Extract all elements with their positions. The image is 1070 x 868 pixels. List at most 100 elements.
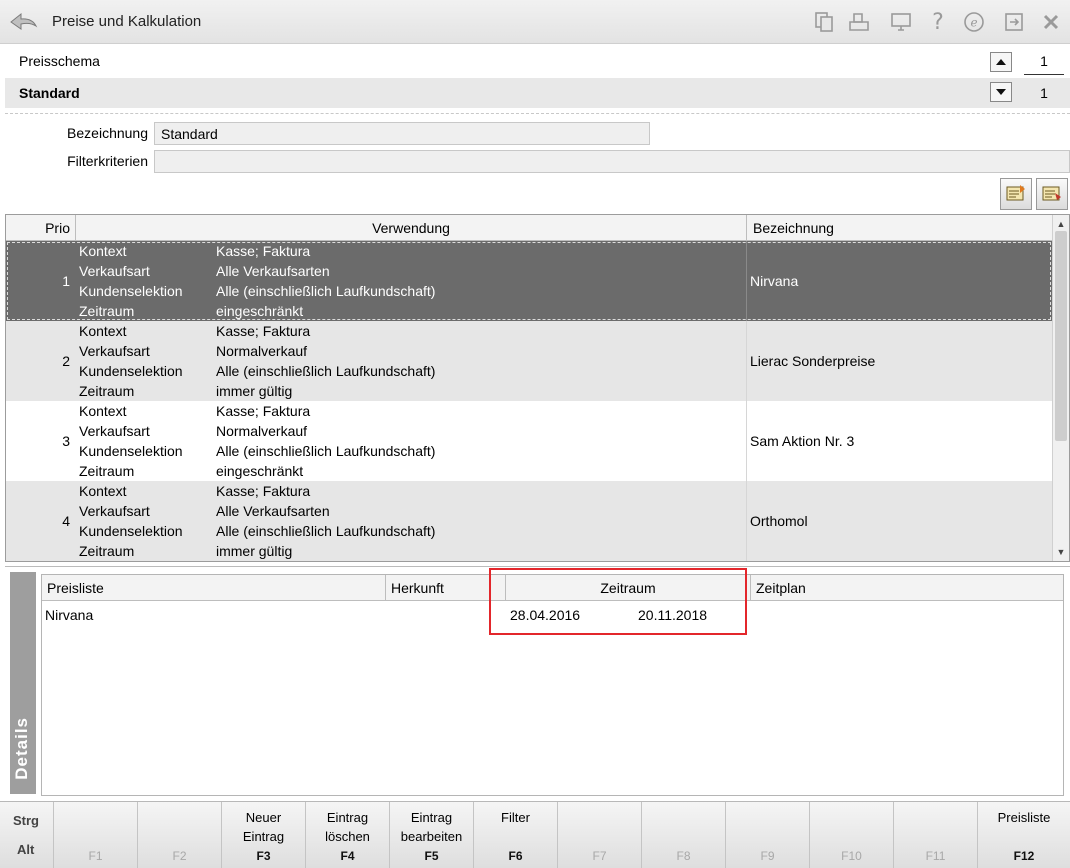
header-preisliste[interactable]: Preisliste: [42, 575, 386, 601]
table-row[interactable]: 1 Kontext Verkaufsart Kundenselektion Ze…: [6, 241, 1052, 321]
fkey-f6-button[interactable]: Filter F6: [474, 802, 558, 868]
export-button[interactable]: [1036, 178, 1068, 210]
fkey-f10-button[interactable]: F10: [810, 802, 894, 868]
header-herkunft[interactable]: Herkunft: [386, 575, 506, 601]
header-prio[interactable]: Prio: [6, 215, 76, 241]
column-divider: [746, 401, 747, 481]
column-divider: [746, 241, 747, 321]
bezeichnung-field[interactable]: Standard: [154, 122, 650, 145]
row-key: Kontext: [79, 323, 127, 339]
detail-preisliste[interactable]: Nirvana: [45, 607, 93, 623]
header-verwendung[interactable]: Verwendung: [76, 215, 747, 241]
schema-row-selected[interactable]: Standard: [5, 78, 1070, 108]
header-bezeichnung[interactable]: Bezeichnung: [747, 215, 1054, 241]
fkey-f1-button[interactable]: F1: [54, 802, 138, 868]
column-divider: [746, 321, 747, 401]
strg-label: Strg: [13, 813, 39, 828]
close-icon[interactable]: [1037, 8, 1065, 36]
scroll-up-arrow-icon[interactable]: ▲: [1053, 217, 1069, 231]
table-row[interactable]: 4 Kontext Verkaufsart Kundenselektion Ze…: [6, 481, 1052, 561]
table-row[interactable]: 3 Kontext Verkaufsart Kundenselektion Ze…: [6, 401, 1052, 481]
fkey-key: F2: [172, 849, 187, 863]
row-value: immer gültig: [216, 383, 293, 399]
window-title: Preise und Kalkulation: [52, 13, 202, 30]
fkey-key: F12: [1013, 849, 1035, 863]
price-schema-table: Prio Verwendung Bezeichnung 1 Kontext Ve…: [5, 214, 1070, 562]
fkey-f9-button[interactable]: F9: [726, 802, 810, 868]
row-value: immer gültig: [216, 543, 293, 559]
filterkriterien-label: Filterkriterien: [67, 153, 148, 169]
fkey-f5-button[interactable]: Eintrag bearbeiten F5: [390, 802, 474, 868]
detail-zeitraum-von: 28.04.2016: [510, 607, 581, 623]
e-icon[interactable]: e: [960, 8, 988, 36]
details-table: Preisliste Herkunft Zeitraum Zeitplan Ni…: [41, 574, 1064, 796]
scroll-up-button[interactable]: [990, 52, 1012, 72]
row-key: Kontext: [79, 483, 127, 499]
alt-label: Alt: [17, 842, 35, 857]
scrollbar-thumb[interactable]: [1055, 231, 1067, 441]
print-icon[interactable]: [845, 8, 873, 36]
row-value: Alle (einschließlich Laufkundschaft): [216, 443, 436, 459]
table-scrollbar[interactable]: ▲ ▼: [1052, 215, 1069, 561]
section-divider: [5, 113, 1070, 114]
fkey-key: F11: [925, 849, 946, 863]
copy-icon[interactable]: [810, 8, 838, 36]
details-tab[interactable]: Details: [10, 572, 36, 794]
row-value: Alle Verkaufsarten: [216, 503, 330, 519]
exit-app-icon[interactable]: [1000, 8, 1028, 36]
fkey-key: F7: [592, 849, 607, 863]
back-arrow-icon[interactable]: [8, 9, 38, 33]
scroll-down-button[interactable]: [990, 82, 1012, 102]
column-divider: [746, 481, 747, 561]
fkey-label: Neuer Eintrag: [242, 810, 285, 844]
fkey-f2-button[interactable]: F2: [138, 802, 222, 868]
row-value: Alle (einschließlich Laufkundschaft): [216, 363, 436, 379]
fkey-f3-button[interactable]: Neuer Eintrag F3: [222, 802, 306, 868]
fkey-f8-button[interactable]: F8: [642, 802, 726, 868]
row-key: Kundenselektion: [79, 363, 183, 379]
import-button[interactable]: [1000, 178, 1032, 210]
fkey-f12-button[interactable]: Preisliste F12: [978, 802, 1070, 868]
fkey-label: Eintrag löschen: [325, 810, 370, 844]
export-icon: [1041, 183, 1063, 206]
svg-text:e: e: [970, 16, 977, 30]
row-value: eingeschränkt: [216, 303, 304, 319]
row-key: Zeitraum: [79, 543, 135, 559]
row-value: Normalverkauf: [216, 423, 308, 439]
header-zeitraum[interactable]: Zeitraum: [506, 575, 751, 601]
fkey-f11-button[interactable]: F11: [894, 802, 978, 868]
row-prio: 1: [62, 273, 70, 289]
import-icon: [1005, 183, 1027, 206]
row-key: Kontext: [79, 403, 127, 419]
row-value: eingeschränkt: [216, 463, 304, 479]
fkey-label: Eintrag bearbeiten: [400, 810, 463, 844]
fkey-label: Preisliste: [997, 810, 1051, 825]
fkey-label: Filter: [501, 810, 530, 825]
row-prio: 2: [62, 353, 70, 369]
fkey-key: F1: [88, 849, 103, 863]
row-bezeichnung: Sam Aktion Nr. 3: [750, 433, 855, 449]
row-key: Verkaufsart: [79, 343, 150, 359]
row-key: Kundenselektion: [79, 523, 183, 539]
fkey-f4-button[interactable]: Eintrag löschen F4: [306, 802, 390, 868]
table-header: Prio Verwendung Bezeichnung: [6, 215, 1054, 241]
row-value: Kasse; Faktura: [216, 403, 311, 419]
schema-name: Standard: [19, 85, 80, 101]
bezeichnung-label: Bezeichnung: [67, 125, 148, 141]
table-row[interactable]: 2 Kontext Verkaufsart Kundenselektion Ze…: [6, 321, 1052, 401]
row-bezeichnung: Orthomol: [750, 513, 808, 529]
fkey-f7-button[interactable]: F7: [558, 802, 642, 868]
row-value: Alle (einschließlich Laufkundschaft): [216, 283, 436, 299]
help-icon[interactable]: ?: [924, 8, 952, 36]
row-key: Zeitraum: [79, 383, 135, 399]
title-bar: Preise und Kalkulation ? e: [0, 0, 1070, 44]
filterkriterien-field[interactable]: [154, 150, 1070, 173]
row-bezeichnung: Lierac Sonderpreise: [750, 353, 876, 369]
row-key: Kundenselektion: [79, 443, 183, 459]
row-value: Alle (einschließlich Laufkundschaft): [216, 523, 436, 539]
row-prio: 3: [62, 433, 70, 449]
fkey-key: F4: [340, 849, 355, 863]
scroll-down-arrow-icon[interactable]: ▼: [1053, 545, 1069, 559]
header-zeitplan[interactable]: Zeitplan: [751, 575, 1063, 601]
monitor-icon[interactable]: [887, 8, 915, 36]
